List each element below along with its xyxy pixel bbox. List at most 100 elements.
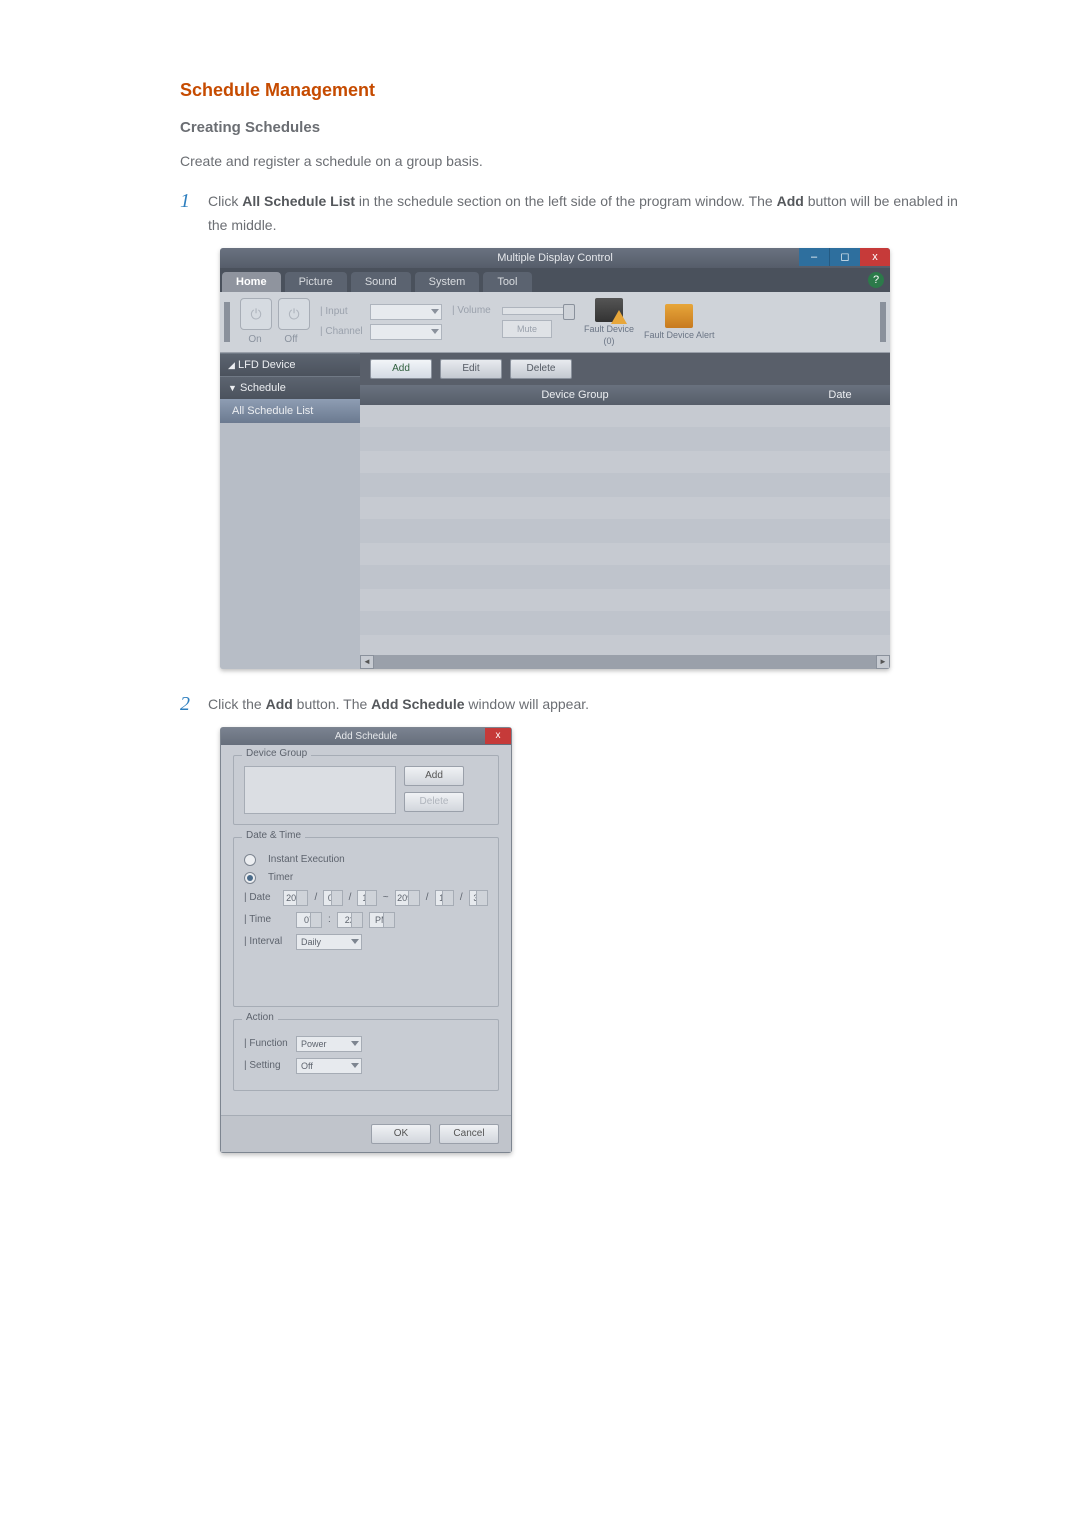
- table-header: Device Group Date: [360, 385, 890, 405]
- step-text: Click the Add button. The Add Schedule w…: [208, 693, 970, 717]
- action-legend: Action: [242, 1012, 278, 1023]
- function-dropdown[interactable]: Power: [296, 1036, 362, 1052]
- date-year-start[interactable]: 2011: [283, 890, 308, 906]
- instant-label: Instant Execution: [268, 854, 345, 865]
- action-fieldset: Action | Function Power | Setting Off: [233, 1019, 499, 1091]
- power-off-button[interactable]: ⏻: [278, 298, 310, 330]
- setting-dropdown[interactable]: Off: [296, 1058, 362, 1074]
- minimize-button[interactable]: –: [799, 248, 829, 266]
- input-dropdown[interactable]: [370, 304, 442, 320]
- sidebar-item-all-schedule[interactable]: All Schedule List: [220, 399, 360, 423]
- help-icon[interactable]: ?: [868, 272, 884, 288]
- fault-device[interactable]: Fault Device (0): [584, 298, 634, 346]
- delete-button[interactable]: Delete: [510, 359, 572, 379]
- tab-tool[interactable]: Tool: [483, 272, 531, 292]
- interval-label: | Interval: [244, 936, 290, 947]
- function-label: | Function: [244, 1038, 290, 1049]
- col-date: Date: [790, 389, 890, 401]
- ribbon-tabs: Home Picture Sound System Tool ?: [220, 268, 890, 292]
- table-row: [360, 428, 890, 451]
- input-label: | Input: [320, 306, 364, 317]
- step-number: 2: [180, 693, 190, 716]
- horizontal-scrollbar[interactable]: ◄ ►: [360, 655, 890, 669]
- table-row: [360, 474, 890, 497]
- table-row: [360, 451, 890, 474]
- tab-sound[interactable]: Sound: [351, 272, 411, 292]
- dialog-footer: OK Cancel: [221, 1115, 511, 1152]
- channel-label: | Channel: [320, 326, 364, 337]
- dialog-title: Add Schedule: [335, 731, 397, 742]
- date-day-end[interactable]: 31: [469, 890, 488, 906]
- scroll-right-icon[interactable]: ►: [876, 655, 890, 669]
- section-title: Schedule Management: [180, 80, 970, 101]
- device-group-fieldset: Device Group Add Delete: [233, 755, 499, 825]
- table-row: [360, 566, 890, 589]
- instant-radio[interactable]: [244, 854, 256, 866]
- add-schedule-dialog: Add Schedule x Device Group Add Delete D…: [220, 727, 512, 1153]
- volume-label: | Volume: [452, 305, 496, 316]
- date-time-fieldset: Date & Time Instant Execution Timer | Da…: [233, 837, 499, 1007]
- date-year-end[interactable]: 2099: [395, 890, 420, 906]
- fault-device-alert[interactable]: Fault Device Alert: [644, 304, 715, 340]
- time-hour[interactable]: 07: [296, 912, 322, 928]
- device-group-add-button[interactable]: Add: [404, 766, 464, 786]
- subsection-title: Creating Schedules: [180, 119, 970, 136]
- date-month-end[interactable]: 12: [435, 890, 454, 906]
- off-label: Off: [276, 334, 306, 345]
- col-device-group: Device Group: [360, 389, 790, 401]
- date-label: | Date: [244, 892, 277, 903]
- monitor-warning-icon: [595, 298, 623, 322]
- time-label: | Time: [244, 914, 290, 925]
- step-1: 1 Click All Schedule List in the schedul…: [180, 190, 970, 238]
- time-minute[interactable]: 22: [337, 912, 363, 928]
- ribbon-scroll-right[interactable]: [880, 302, 886, 342]
- timer-radio[interactable]: [244, 872, 256, 884]
- date-day-start[interactable]: 11: [357, 890, 376, 906]
- date-month-start[interactable]: 04: [323, 890, 342, 906]
- window-title: Multiple Display Control: [497, 252, 613, 264]
- setting-label: | Setting: [244, 1060, 290, 1071]
- scroll-left-icon[interactable]: ◄: [360, 655, 374, 669]
- table-body: [360, 405, 890, 655]
- ribbon-scroll-left[interactable]: [224, 302, 230, 342]
- edit-button[interactable]: Edit: [440, 359, 502, 379]
- tab-home[interactable]: Home: [222, 272, 281, 292]
- window-titlebar: Multiple Display Control – ◻ x: [220, 248, 890, 268]
- warning-icon: [665, 304, 693, 328]
- tab-system[interactable]: System: [415, 272, 480, 292]
- volume-slider[interactable]: [502, 307, 574, 315]
- timer-label: Timer: [268, 872, 293, 883]
- dialog-titlebar: Add Schedule x: [221, 728, 511, 745]
- time-ampm[interactable]: PM: [369, 912, 395, 928]
- tab-picture[interactable]: Picture: [285, 272, 347, 292]
- sidebar: ◢ LFD Device ▼ Schedule All Schedule Lis…: [220, 353, 360, 669]
- table-row: [360, 589, 890, 612]
- mute-button[interactable]: Mute: [502, 320, 552, 338]
- device-group-list[interactable]: [244, 766, 396, 814]
- sidebar-section-lfd[interactable]: ◢ LFD Device: [220, 353, 360, 376]
- step-text: Click All Schedule List in the schedule …: [208, 190, 970, 238]
- on-label: On: [240, 334, 270, 345]
- toolbar: Add Edit Delete: [360, 353, 890, 385]
- dialog-close-button[interactable]: x: [485, 728, 511, 744]
- intro-text: Create and register a schedule on a grou…: [180, 150, 970, 172]
- mdc-window: Multiple Display Control – ◻ x Home Pict…: [220, 248, 890, 669]
- power-on-button[interactable]: ⏻: [240, 298, 272, 330]
- device-group-delete-button[interactable]: Delete: [404, 792, 464, 812]
- table-row: [360, 405, 890, 428]
- channel-dropdown[interactable]: [370, 324, 442, 340]
- ok-button[interactable]: OK: [371, 1124, 431, 1144]
- maximize-button[interactable]: ◻: [829, 248, 860, 266]
- step-2: 2 Click the Add button. The Add Schedule…: [180, 693, 970, 717]
- close-button[interactable]: x: [860, 248, 890, 266]
- sidebar-section-schedule[interactable]: ▼ Schedule: [220, 376, 360, 399]
- table-row: [360, 520, 890, 543]
- cancel-button[interactable]: Cancel: [439, 1124, 499, 1144]
- table-row: [360, 612, 890, 635]
- add-button[interactable]: Add: [370, 359, 432, 379]
- table-row: [360, 543, 890, 566]
- step-number: 1: [180, 190, 190, 213]
- table-row: [360, 497, 890, 520]
- interval-dropdown[interactable]: Daily: [296, 934, 362, 950]
- date-time-legend: Date & Time: [242, 830, 305, 841]
